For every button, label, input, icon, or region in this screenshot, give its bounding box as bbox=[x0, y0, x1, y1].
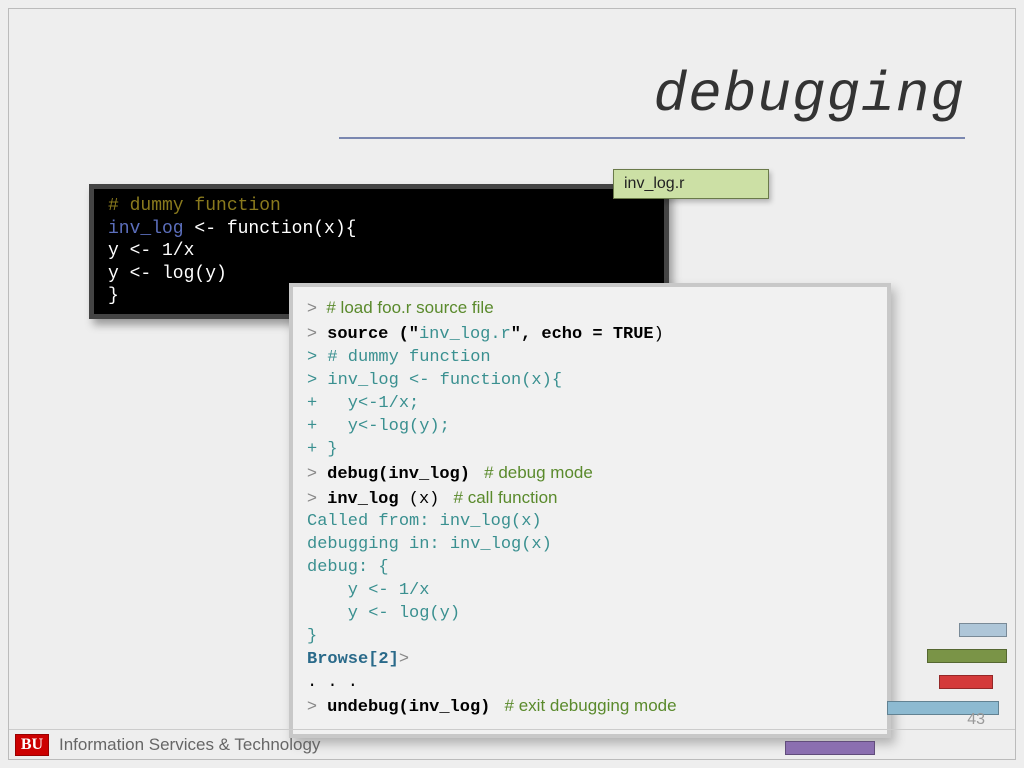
console-filename: inv_log.r bbox=[419, 325, 511, 344]
code-comment: # dummy function bbox=[108, 196, 281, 216]
prompt: > bbox=[307, 323, 317, 342]
code-text: <- function(x){ bbox=[184, 219, 357, 239]
console-cmd: source bbox=[327, 325, 398, 344]
footer: BU Information Services & Technology bbox=[9, 729, 1015, 759]
console-ellipsis: . . . bbox=[307, 672, 873, 695]
deco-bar-blue bbox=[959, 623, 1007, 637]
code-text: y <- log(y) bbox=[108, 263, 654, 286]
footer-text: Information Services & Technology bbox=[59, 735, 320, 755]
console-output: debug: { bbox=[307, 557, 873, 580]
console-output: y <- 1/x bbox=[307, 580, 873, 603]
slide-title: debugging bbox=[654, 63, 965, 127]
console-cmd: inv_log bbox=[327, 490, 409, 509]
console-comment: # call function bbox=[439, 488, 557, 507]
title-underline bbox=[339, 137, 965, 139]
deco-bar-green bbox=[927, 649, 1007, 663]
console-output: y <- log(y) bbox=[307, 603, 873, 626]
console-output: Called from: inv_log(x) bbox=[307, 511, 873, 534]
console-output: } bbox=[307, 626, 873, 649]
console-block: > # load foo.r source file > source ("in… bbox=[289, 283, 891, 738]
console-comment: # exit debugging mode bbox=[490, 696, 676, 715]
console-output: debugging in: inv_log(x) bbox=[307, 534, 873, 557]
console-comment: # load foo.r source file bbox=[317, 298, 494, 317]
prompt: > bbox=[307, 463, 317, 482]
page-number: 43 bbox=[967, 711, 985, 729]
filename-label: inv_log.r bbox=[613, 169, 769, 199]
console-echo: > # dummy function bbox=[307, 347, 873, 370]
prompt: > bbox=[307, 488, 317, 507]
code-fn-name: inv_log bbox=[108, 219, 184, 239]
code-text: y <- 1/x bbox=[108, 240, 654, 263]
slide-frame: debugging # dummy function inv_log <- fu… bbox=[8, 8, 1016, 760]
console-echo: > inv_log <- function(x){ bbox=[307, 370, 873, 393]
console-comment: # debug mode bbox=[470, 463, 593, 482]
console-cmd: debug(inv_log) bbox=[327, 465, 470, 484]
console-cmd: undebug(inv_log) bbox=[327, 698, 490, 717]
console-echo: + } bbox=[307, 439, 873, 462]
console-echo: + y<-1/x; bbox=[307, 393, 873, 416]
browse-prompt: Browse[2] bbox=[307, 650, 399, 669]
console-echo: + y<-log(y); bbox=[307, 416, 873, 439]
prompt: > bbox=[307, 696, 317, 715]
prompt: > bbox=[307, 298, 317, 317]
deco-bar-red bbox=[939, 675, 993, 689]
bu-logo: BU bbox=[15, 734, 49, 756]
